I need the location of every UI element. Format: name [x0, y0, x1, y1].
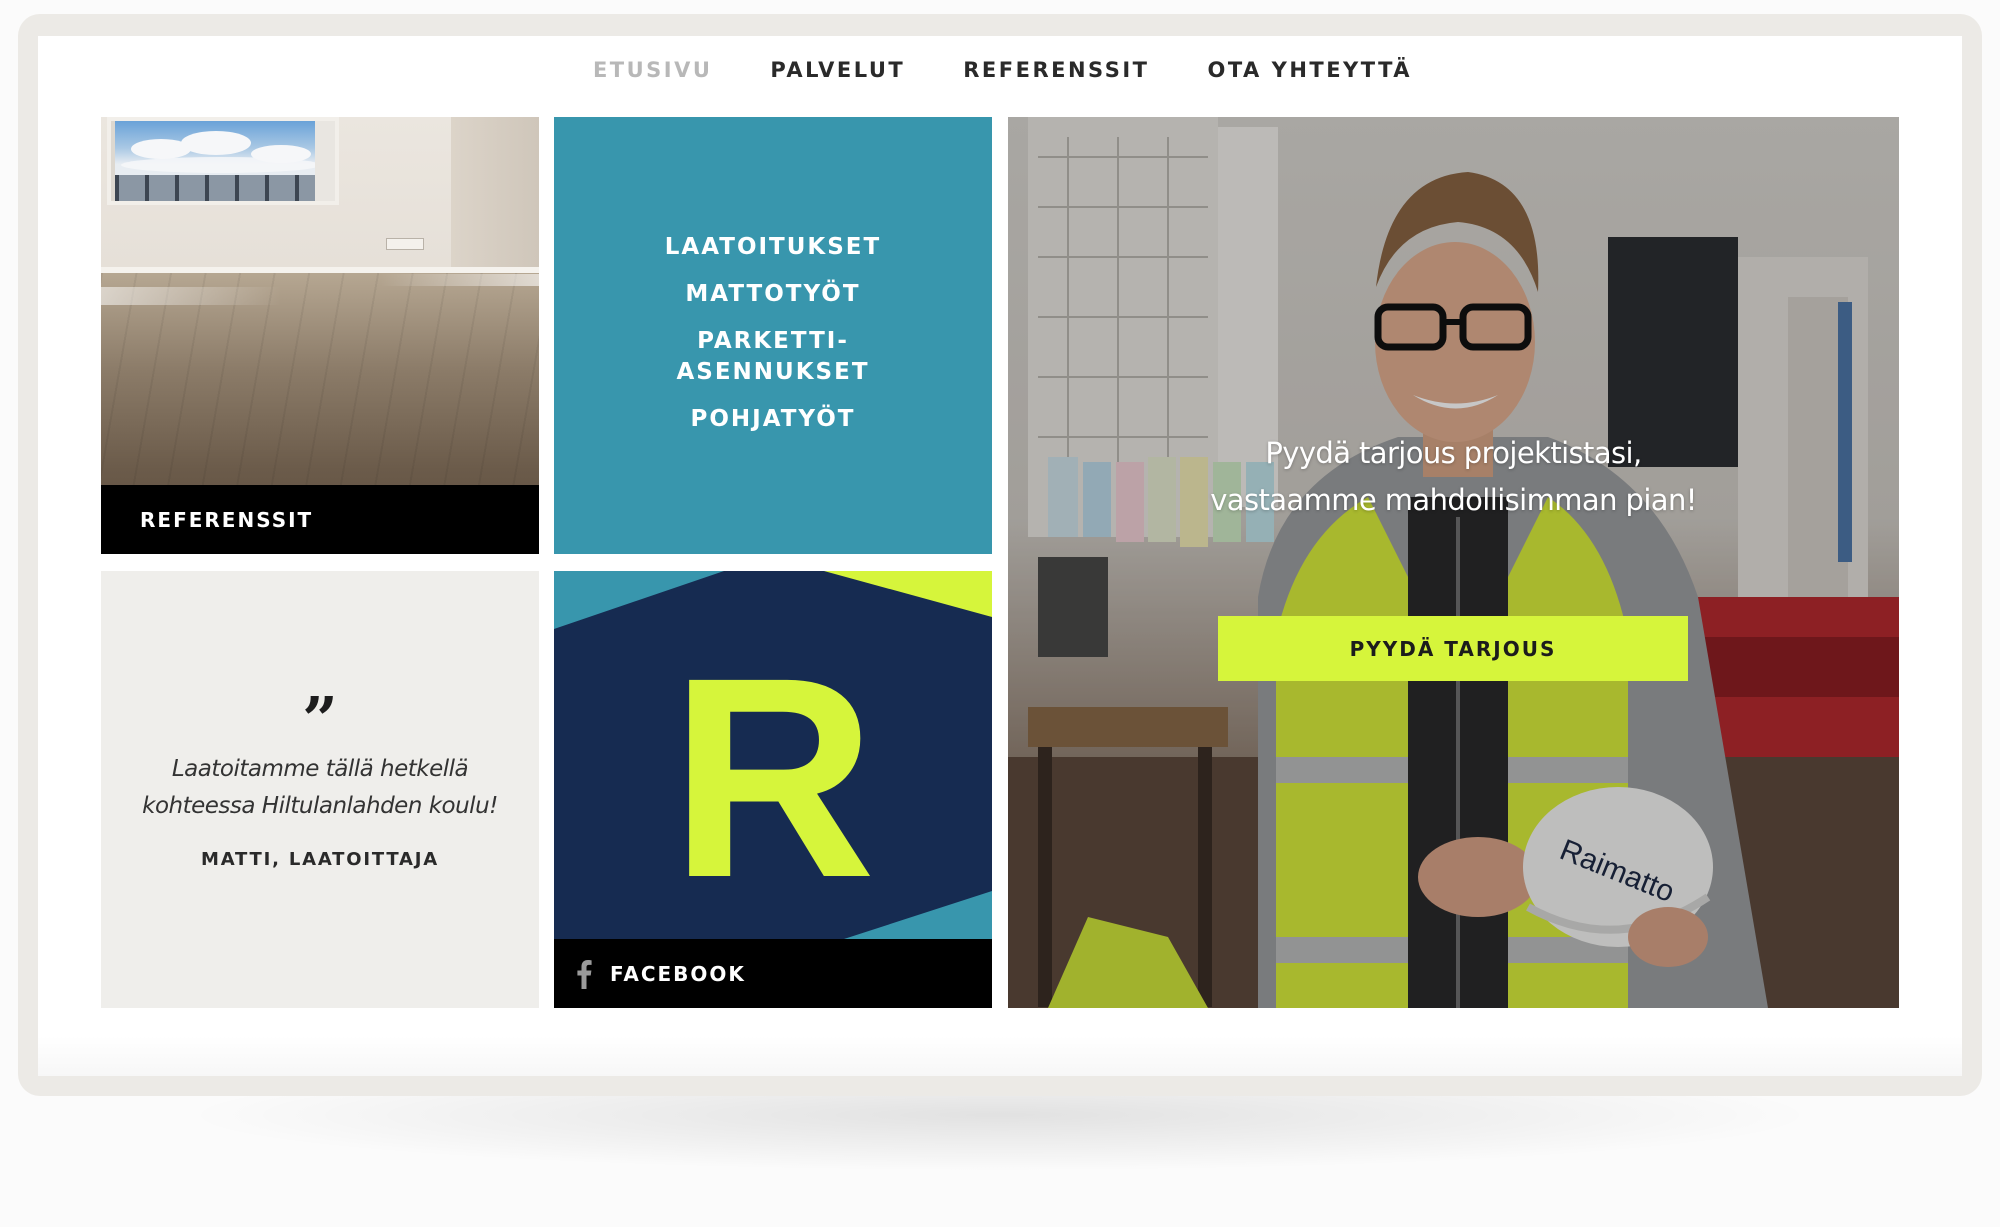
quote-author: MATTI, LAATOITTAJA [201, 849, 439, 870]
hero-text: Pyydä tarjous projektistasi, vastaamme m… [1210, 436, 1697, 517]
wall-outlet [386, 238, 424, 250]
nav-item-palvelut[interactable]: PALVELUT [770, 58, 905, 82]
services-tile: LAATOITUKSET MATTOTYÖT PARKETTI- ASENNUK… [554, 117, 992, 554]
window-image [107, 117, 339, 205]
references-caption-bar: REFERENSSIT [101, 485, 539, 554]
raimatto-logo: R [554, 571, 992, 939]
nav-item-ota-yhteytta[interactable]: OTA YHTEYTTÄ [1208, 58, 1413, 82]
quote-text: Laatoitamme tällä hetkellä kohteessa Hil… [142, 756, 498, 819]
facebook-tile[interactable]: R FACEBOOK [554, 571, 992, 1008]
services-list: LAATOITUKSET MATTOTYÖT PARKETTI- ASENNUK… [554, 232, 992, 451]
service-link-parkettiasennukset[interactable]: PARKETTI- ASENNUKSET [676, 326, 869, 388]
facebook-caption-bar: FACEBOOK [554, 939, 992, 1008]
logo-letter: R [670, 619, 876, 937]
references-tile[interactable]: REFERENSSIT [101, 117, 539, 554]
service-link-mattotyot[interactable]: MATTOTYÖT [685, 279, 860, 310]
hero-tile: Raimatto Pyydä tarjous projektistasi, va… [1008, 117, 1899, 1008]
facebook-caption: FACEBOOK [610, 961, 746, 986]
nav-item-referenssit[interactable]: REFERENSSIT [963, 58, 1149, 82]
facebook-icon [577, 959, 592, 989]
service-link-pohjatyot[interactable]: POHJATYÖT [691, 404, 856, 435]
request-quote-button[interactable]: PYYDÄ TARJOUS [1218, 616, 1688, 681]
quote-mark-icon: ” [302, 683, 338, 756]
quote-tile: ” Laatoitamme tällä hetkellä kohteessa H… [101, 571, 539, 1008]
references-caption: REFERENSSIT [140, 507, 314, 532]
main-nav: ETUSIVU PALVELUT REFERENSSIT OTA YHTEYTT… [0, 58, 2000, 82]
nav-item-etusivu[interactable]: ETUSIVU [593, 58, 712, 82]
service-link-laatoitukset[interactable]: LAATOITUKSET [665, 232, 881, 263]
